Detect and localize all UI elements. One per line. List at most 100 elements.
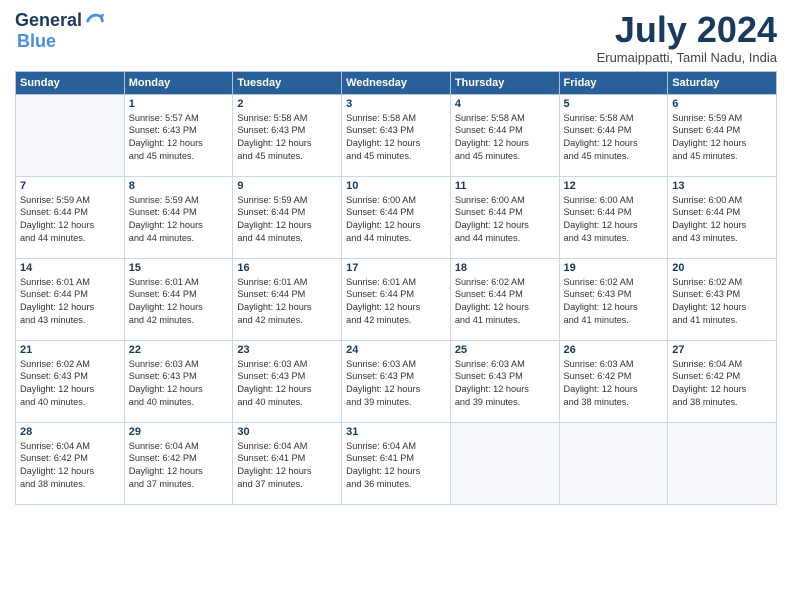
- calendar-cell: 10Sunrise: 6:00 AMSunset: 6:44 PMDayligh…: [342, 176, 451, 258]
- calendar-cell: 24Sunrise: 6:03 AMSunset: 6:43 PMDayligh…: [342, 340, 451, 422]
- day-number: 8: [129, 180, 229, 192]
- day-details: Sunrise: 6:03 AMSunset: 6:43 PMDaylight:…: [129, 358, 229, 410]
- day-details: Sunrise: 6:03 AMSunset: 6:43 PMDaylight:…: [455, 358, 555, 410]
- page-container: General Blue July 2024 Erumaippatti, Tam…: [0, 0, 792, 515]
- day-number: 31: [346, 426, 446, 438]
- calendar-cell: 27 Sunrise: 6:04 AMSunset: 6:42 PMDayligh…: [668, 340, 777, 422]
- day-number: 25: [455, 344, 555, 356]
- calendar-cell: 28 Sunrise: 6:04 AMSunset: 6:42 PMDayligh…: [16, 422, 125, 504]
- week-row-4: 21 Sunrise: 6:02 AMSunset: 6:43 PMDayligh…: [16, 340, 777, 422]
- day-number: 10: [346, 180, 446, 192]
- day-details: Sunrise: 5:58 AMSunset: 6:43 PMDaylight:…: [237, 112, 337, 164]
- page-header: General Blue July 2024 Erumaippatti, Tam…: [15, 10, 777, 65]
- day-number: 3: [346, 98, 446, 110]
- calendar-cell: 17 Sunrise: 6:01 AMSunset: 6:44 PMDayligh…: [342, 258, 451, 340]
- calendar-cell: 23 Sunrise: 6:03 AMSunset: 6:43 PMDayligh…: [233, 340, 342, 422]
- day-details: Sunrise: 6:04 AMSunset: 6:41 PMDaylight:…: [346, 440, 446, 492]
- calendar-cell: 8Sunrise: 5:59 AMSunset: 6:44 PMDaylight…: [124, 176, 233, 258]
- calendar-cell: 3 Sunrise: 5:58 AMSunset: 6:43 PMDaylight…: [342, 94, 451, 176]
- calendar-cell: 18Sunrise: 6:02 AMSunset: 6:44 PMDayligh…: [450, 258, 559, 340]
- day-details: Sunrise: 6:01 AMSunset: 6:44 PMDaylight:…: [129, 276, 229, 328]
- day-number: 7: [20, 180, 120, 192]
- day-number: 26: [564, 344, 664, 356]
- header-day-monday: Monday: [124, 71, 233, 94]
- day-number: 20: [672, 262, 772, 274]
- week-row-5: 28 Sunrise: 6:04 AMSunset: 6:42 PMDayligh…: [16, 422, 777, 504]
- day-details: Sunrise: 6:02 AMSunset: 6:43 PMDaylight:…: [20, 358, 120, 410]
- day-details: Sunrise: 6:03 AMSunset: 6:42 PMDaylight:…: [564, 358, 664, 410]
- logo-text-blue: Blue: [17, 32, 56, 52]
- day-details: Sunrise: 5:58 AMSunset: 6:43 PMDaylight:…: [346, 112, 446, 164]
- day-number: 30: [237, 426, 337, 438]
- day-number: 11: [455, 180, 555, 192]
- calendar-cell: 9 Sunrise: 5:59 AMSunset: 6:44 PMDaylight…: [233, 176, 342, 258]
- calendar-cell: 5 Sunrise: 5:58 AMSunset: 6:44 PMDaylight…: [559, 94, 668, 176]
- day-number: 28: [20, 426, 120, 438]
- calendar-cell: 6Sunrise: 5:59 AMSunset: 6:44 PMDaylight…: [668, 94, 777, 176]
- day-number: 5: [564, 98, 664, 110]
- calendar-cell: 12Sunrise: 6:00 AMSunset: 6:44 PMDayligh…: [559, 176, 668, 258]
- calendar-cell: 19Sunrise: 6:02 AMSunset: 6:43 PMDayligh…: [559, 258, 668, 340]
- day-details: Sunrise: 5:58 AMSunset: 6:44 PMDaylight:…: [564, 112, 664, 164]
- day-details: Sunrise: 6:03 AMSunset: 6:43 PMDaylight:…: [346, 358, 446, 410]
- calendar-cell: 31 Sunrise: 6:04 AMSunset: 6:41 PMDayligh…: [342, 422, 451, 504]
- day-number: 17: [346, 262, 446, 274]
- calendar-cell: 20 Sunrise: 6:02 AMSunset: 6:43 PMDayligh…: [668, 258, 777, 340]
- day-details: Sunrise: 6:01 AMSunset: 6:44 PMDaylight:…: [237, 276, 337, 328]
- day-details: Sunrise: 5:58 AMSunset: 6:44 PMDaylight:…: [455, 112, 555, 164]
- header-day-wednesday: Wednesday: [342, 71, 451, 94]
- calendar-table: SundayMondayTuesdayWednesdayThursdayFrid…: [15, 71, 777, 505]
- logo-icon: [84, 10, 106, 32]
- calendar-cell: 21 Sunrise: 6:02 AMSunset: 6:43 PMDayligh…: [16, 340, 125, 422]
- title-block: July 2024 Erumaippatti, Tamil Nadu, Indi…: [597, 10, 777, 65]
- header-day-thursday: Thursday: [450, 71, 559, 94]
- day-details: Sunrise: 5:57 AMSunset: 6:43 PMDaylight:…: [129, 112, 229, 164]
- header-day-saturday: Saturday: [668, 71, 777, 94]
- day-number: 21: [20, 344, 120, 356]
- calendar-cell: 7 Sunrise: 5:59 AMSunset: 6:44 PMDaylight…: [16, 176, 125, 258]
- day-details: Sunrise: 6:01 AMSunset: 6:44 PMDaylight:…: [346, 276, 446, 328]
- day-number: 27: [672, 344, 772, 356]
- calendar-cell: [559, 422, 668, 504]
- calendar-cell: 2 Sunrise: 5:58 AMSunset: 6:43 PMDaylight…: [233, 94, 342, 176]
- day-details: Sunrise: 5:59 AMSunset: 6:44 PMDaylight:…: [20, 194, 120, 246]
- day-number: 29: [129, 426, 229, 438]
- day-number: 22: [129, 344, 229, 356]
- day-details: Sunrise: 6:04 AMSunset: 6:41 PMDaylight:…: [237, 440, 337, 492]
- day-details: Sunrise: 5:59 AMSunset: 6:44 PMDaylight:…: [237, 194, 337, 246]
- day-number: 16: [237, 262, 337, 274]
- day-details: Sunrise: 6:00 AMSunset: 6:44 PMDaylight:…: [455, 194, 555, 246]
- day-number: 14: [20, 262, 120, 274]
- calendar-cell: [450, 422, 559, 504]
- calendar-cell: 25 Sunrise: 6:03 AMSunset: 6:43 PMDayligh…: [450, 340, 559, 422]
- week-row-3: 14 Sunrise: 6:01 AMSunset: 6:44 PMDayligh…: [16, 258, 777, 340]
- day-number: 13: [672, 180, 772, 192]
- month-year-title: July 2024: [597, 10, 777, 50]
- day-number: 23: [237, 344, 337, 356]
- header-day-friday: Friday: [559, 71, 668, 94]
- calendar-cell: [668, 422, 777, 504]
- calendar-cell: 11 Sunrise: 6:00 AMSunset: 6:44 PMDayligh…: [450, 176, 559, 258]
- week-row-2: 7 Sunrise: 5:59 AMSunset: 6:44 PMDaylight…: [16, 176, 777, 258]
- calendar-cell: 15Sunrise: 6:01 AMSunset: 6:44 PMDayligh…: [124, 258, 233, 340]
- calendar-cell: 22 Sunrise: 6:03 AMSunset: 6:43 PMDayligh…: [124, 340, 233, 422]
- calendar-cell: 16 Sunrise: 6:01 AMSunset: 6:44 PMDayligh…: [233, 258, 342, 340]
- calendar-cell: 4 Sunrise: 5:58 AMSunset: 6:44 PMDaylight…: [450, 94, 559, 176]
- day-number: 9: [237, 180, 337, 192]
- day-number: 4: [455, 98, 555, 110]
- day-details: Sunrise: 6:00 AMSunset: 6:44 PMDaylight:…: [672, 194, 772, 246]
- day-number: 2: [237, 98, 337, 110]
- day-details: Sunrise: 6:04 AMSunset: 6:42 PMDaylight:…: [20, 440, 120, 492]
- day-details: Sunrise: 6:02 AMSunset: 6:43 PMDaylight:…: [672, 276, 772, 328]
- day-number: 18: [455, 262, 555, 274]
- header-day-tuesday: Tuesday: [233, 71, 342, 94]
- calendar-cell: 1Sunrise: 5:57 AMSunset: 6:43 PMDaylight…: [124, 94, 233, 176]
- day-details: Sunrise: 6:01 AMSunset: 6:44 PMDaylight:…: [20, 276, 120, 328]
- day-details: Sunrise: 6:03 AMSunset: 6:43 PMDaylight:…: [237, 358, 337, 410]
- day-details: Sunrise: 6:04 AMSunset: 6:42 PMDaylight:…: [672, 358, 772, 410]
- location-text: Erumaippatti, Tamil Nadu, India: [597, 50, 777, 65]
- header-row: SundayMondayTuesdayWednesdayThursdayFrid…: [16, 71, 777, 94]
- calendar-cell: 14 Sunrise: 6:01 AMSunset: 6:44 PMDayligh…: [16, 258, 125, 340]
- calendar-cell: 13 Sunrise: 6:00 AMSunset: 6:44 PMDayligh…: [668, 176, 777, 258]
- day-details: Sunrise: 5:59 AMSunset: 6:44 PMDaylight:…: [672, 112, 772, 164]
